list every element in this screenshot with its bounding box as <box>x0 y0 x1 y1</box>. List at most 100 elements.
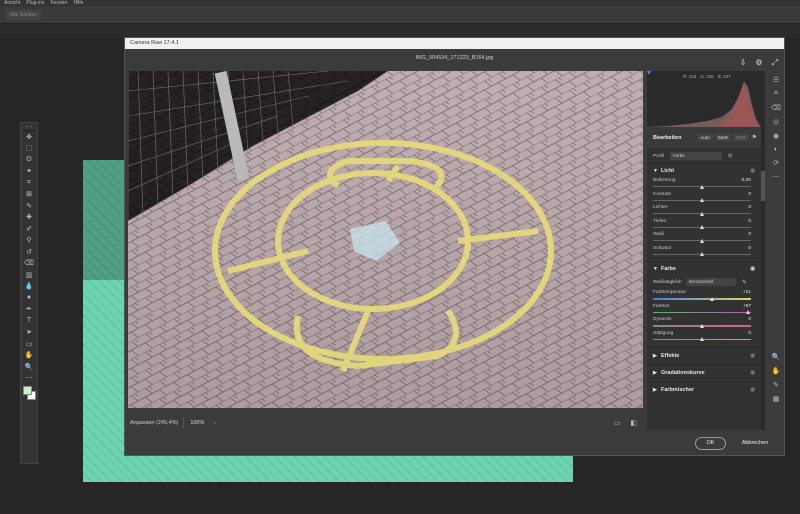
move-icon[interactable]: ✥ <box>21 131 37 143</box>
slider-knob[interactable] <box>700 323 704 328</box>
ps-options-bar: Alle löschen <box>0 6 800 24</box>
grid-icon[interactable]: ▦ <box>773 395 780 403</box>
gradient-icon[interactable]: ▥ <box>21 269 37 281</box>
edit-tab[interactable]: Bearbeiten <box>653 135 681 141</box>
panel-scrollbar[interactable] <box>761 71 765 430</box>
slider-label: Kontrast <box>653 191 671 197</box>
pen-icon[interactable]: ✒ <box>21 304 37 316</box>
gear-icon[interactable]: ⚙ <box>755 53 762 72</box>
slider-value[interactable]: 0 <box>748 246 751 251</box>
heal-icon[interactable]: ⌫ <box>771 104 781 112</box>
slider-knob[interactable] <box>746 310 751 314</box>
path-select-icon[interactable]: ➤ <box>21 327 37 339</box>
zoom-dropdown-icon[interactable]: ⌄ <box>210 420 220 426</box>
marquee-icon[interactable]: ⬚ <box>21 143 37 155</box>
lasso-icon[interactable]: ʘ <box>21 154 37 166</box>
white-balance-select[interactable]: Benutzerdef. <box>685 278 736 286</box>
eraser-icon[interactable]: ⌫ <box>21 258 37 270</box>
slider-value[interactable]: 0 <box>748 232 751 237</box>
mask-icon[interactable]: ◎ <box>773 118 779 126</box>
eyedropper-icon[interactable]: ✎ <box>742 279 747 286</box>
white-balance-label: Weißabgleich <box>653 279 682 285</box>
type-icon[interactable]: T <box>21 315 37 327</box>
dialog-title: Camera Raw 17.4.1 <box>125 38 784 49</box>
eye-icon[interactable]: ◉ <box>750 266 755 272</box>
more-icon[interactable]: ⋯ <box>773 173 780 181</box>
fullscreen-icon[interactable]: ⤢ <box>772 53 778 72</box>
section-effekte[interactable]: ▶ Effekte ◉ <box>647 347 761 364</box>
more-icon[interactable]: ⋯ <box>21 373 37 385</box>
slider-knob[interactable] <box>700 252 704 256</box>
auto-button[interactable]: Auto <box>697 134 713 141</box>
dodge-icon[interactable]: ● <box>21 292 37 304</box>
compare-icon[interactable]: ▭ <box>614 419 621 427</box>
slider-value[interactable]: +97 <box>743 304 751 309</box>
presets-icon[interactable]: ⚑ <box>752 134 757 141</box>
hand-icon[interactable]: ✋ <box>21 350 37 362</box>
magic-wand-icon[interactable]: ✦ <box>21 166 37 178</box>
slider-value[interactable]: 0 <box>748 317 751 322</box>
color-swatches[interactable] <box>21 384 37 402</box>
slider-track[interactable] <box>653 298 751 300</box>
section-gradation[interactable]: ▶ Gradationskurve ◉ <box>647 364 761 381</box>
eye-icon[interactable]: ◉ <box>750 168 755 174</box>
presets-icon[interactable]: ◐ <box>774 146 778 153</box>
eye-icon[interactable]: ◉ <box>750 387 755 393</box>
before-after-icon[interactable]: ◧ <box>630 419 637 427</box>
cancel-button[interactable]: Abbrechen <box>735 437 775 450</box>
slider-knob[interactable] <box>700 225 704 229</box>
slider-knob[interactable] <box>709 296 714 301</box>
zoom-fit[interactable]: Anpassen (245,4%) <box>125 420 183 426</box>
profile-select[interactable]: Farbe <box>669 152 722 160</box>
history-brush-icon[interactable]: ↺ <box>21 246 37 258</box>
slider-track[interactable] <box>653 311 751 313</box>
slider-value[interactable]: 0 <box>748 331 751 336</box>
snapshots-icon[interactable]: ⟳ <box>773 159 779 167</box>
blur-icon[interactable]: 💧 <box>21 281 37 293</box>
section-farbe[interactable]: ▼ Farbe ◉ <box>647 261 761 275</box>
slider-label: Farbtemperatur <box>653 290 687 295</box>
profile-row: Profil Farbe ⊞ <box>647 149 761 163</box>
crop-icon[interactable]: ⌗ <box>774 90 778 98</box>
slider-knob[interactable] <box>700 198 704 202</box>
section-licht[interactable]: ▼ Licht ◉ <box>647 163 761 177</box>
rectangle-icon[interactable]: ▭ <box>21 338 37 350</box>
slider-value[interactable]: 0 <box>748 192 751 197</box>
scrollbar-thumb[interactable] <box>761 171 765 201</box>
slider-value[interactable]: 0,00 <box>742 178 751 183</box>
redeye-icon[interactable]: ◉ <box>773 132 779 140</box>
slider-label: Tiefen <box>653 218 667 224</box>
slider-value[interactable]: 0 <box>748 219 751 224</box>
zoom-icon[interactable]: 🔍 <box>772 353 781 361</box>
section-farbmischer[interactable]: ▶ Farbmischer ◉ <box>647 381 761 398</box>
foreground-color[interactable] <box>23 386 32 395</box>
hdr-button[interactable]: HDR <box>732 134 749 141</box>
ok-button[interactable]: OK <box>695 437 726 450</box>
clear-all-button[interactable]: Alle löschen <box>6 10 41 20</box>
slider-knob[interactable] <box>700 238 704 243</box>
slider-knob[interactable] <box>700 337 704 341</box>
eye-icon[interactable]: ◉ <box>750 370 755 376</box>
profile-browser-icon[interactable]: ⊞ <box>728 153 732 159</box>
section-farbmischer-label: Farbmischer <box>661 387 695 393</box>
crop-icon[interactable]: ⌗ <box>21 177 37 189</box>
slider-knob[interactable] <box>700 184 704 189</box>
edit-icon[interactable]: ☰ <box>773 76 779 84</box>
slider-knob[interactable] <box>700 211 704 216</box>
sampler-icon[interactable]: ✎ <box>773 381 779 389</box>
zoom-100[interactable]: 100% <box>183 417 210 429</box>
slider-value[interactable]: +21 <box>743 290 751 295</box>
hand-icon[interactable]: ✋ <box>772 367 781 375</box>
eye-icon[interactable]: ◉ <box>750 353 755 359</box>
slider-value[interactable]: 0 <box>748 205 751 210</box>
spot-heal-icon[interactable]: ✚ <box>21 212 37 224</box>
frame-icon[interactable]: ⊠ <box>21 189 37 201</box>
bw-button[interactable]: S&W <box>714 134 731 141</box>
photo-preview[interactable] <box>128 71 643 408</box>
stamp-icon[interactable]: ⚲ <box>21 235 37 247</box>
eyedropper-icon[interactable]: ✎ <box>21 200 37 212</box>
toolbar-grip[interactable]: » « <box>21 123 37 131</box>
save-icon[interactable]: ⇩ <box>740 53 747 72</box>
brush-icon[interactable]: ✐ <box>21 223 37 235</box>
zoom-icon[interactable]: 🔍 <box>21 361 37 373</box>
